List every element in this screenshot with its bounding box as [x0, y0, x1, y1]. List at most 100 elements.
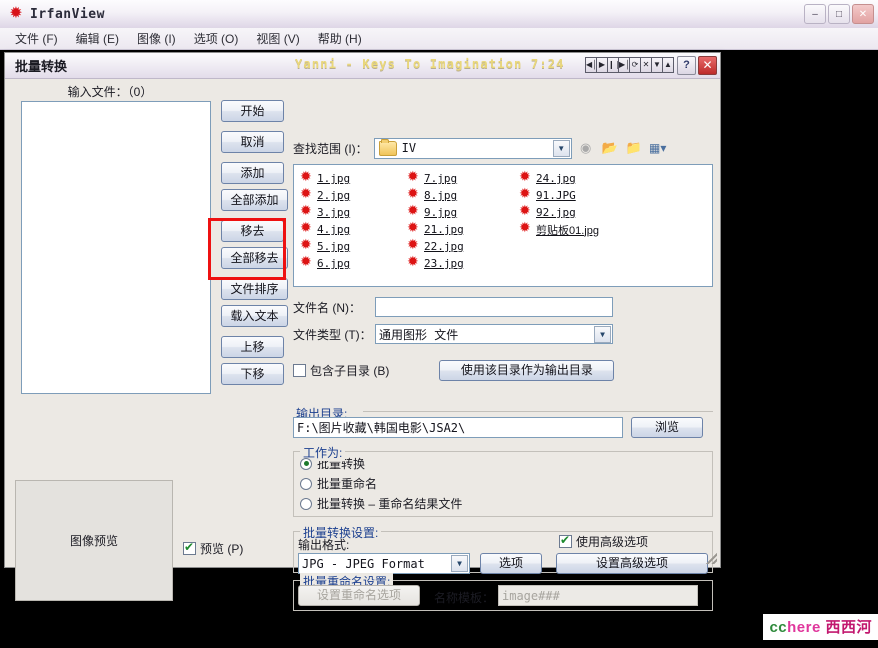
watermark-site: 西西河	[825, 619, 872, 636]
include-subdirs-checkbox[interactable]: 包含子目录 (B)	[293, 362, 389, 379]
output-format-combobox[interactable]: JPG - JPEG Format ▼	[298, 553, 470, 574]
dialog-help-button[interactable]: ?	[677, 56, 696, 75]
minimize-button[interactable]: –	[804, 4, 826, 24]
image-file-icon	[300, 237, 315, 254]
list-item[interactable]: 剪贴板01.jpg	[519, 220, 669, 238]
list-item[interactable]: 23.jpg	[407, 254, 527, 272]
filetype-value: 通用图形 文件	[379, 327, 459, 342]
chevron-down-icon[interactable]: ▼	[451, 555, 468, 572]
up-folder-icon[interactable]: 📂	[600, 139, 620, 158]
radio-batch-convert[interactable]: 批量转换	[300, 455, 712, 472]
radio-batch-convert-rename-label: 批量转换 – 重命名结果文件	[317, 497, 463, 511]
use-advanced-options-checkbox[interactable]: 使用高级选项	[559, 533, 648, 550]
remove-all-button[interactable]: 全部移去	[221, 247, 288, 269]
app-title: IrfanView	[30, 6, 105, 22]
add-all-button[interactable]: 全部添加	[221, 189, 288, 211]
dialog-close-button[interactable]: ✕	[698, 56, 717, 75]
sort-files-button[interactable]: 文件排序	[221, 278, 288, 300]
list-item[interactable]: 92.jpg	[519, 203, 669, 221]
irfanview-star-icon: ✹	[9, 5, 23, 22]
batch-rename-settings-group: 批量重命名设置: 设置重命名选项 名称模板： image###	[293, 573, 713, 611]
group-divider	[363, 411, 713, 412]
load-text-button[interactable]: 载入文本	[221, 305, 288, 327]
format-options-button[interactable]: 选项	[480, 553, 542, 574]
list-item[interactable]: 2.jpg	[300, 186, 420, 204]
back-icon[interactable]: ◉	[576, 139, 596, 158]
radio-batch-convert-rename[interactable]: 批量转换 – 重命名结果文件	[300, 495, 712, 512]
media-volup-icon[interactable]: ▲	[662, 57, 674, 73]
menu-help[interactable]: 帮助 (H)	[309, 28, 371, 49]
lookin-label: 查找范围 (I)：	[293, 141, 368, 156]
use-advanced-options-label: 使用高级选项	[576, 535, 649, 549]
move-up-button[interactable]: 上移	[221, 336, 284, 358]
action-button-column: 开始 取消 添加 全部添加 移去 全部移去 文件排序 载入文本 上移 下移	[221, 100, 295, 390]
irfanview-main-window: ✹ IrfanView – □ ✕ 文件 (F) 编辑 (E) 图像 (I) 选…	[0, 0, 878, 612]
menu-file[interactable]: 文件 (F)	[6, 28, 67, 49]
output-format-label: 输出格式:	[298, 538, 350, 552]
list-item[interactable]: 4.jpg	[300, 220, 420, 238]
now-playing-text: Yanni - Keys To Imagination 7:24	[295, 57, 565, 71]
image-preview-panel: 图像预览	[15, 480, 173, 601]
list-item[interactable]: 1.jpg	[300, 169, 420, 187]
list-item[interactable]: 7.jpg	[407, 169, 527, 187]
watermark-cc: cc	[769, 619, 788, 636]
list-item[interactable]: 22.jpg	[407, 237, 527, 255]
image-file-icon	[519, 186, 534, 203]
list-item[interactable]: 91.JPG	[519, 186, 669, 204]
lookin-value: IV	[401, 141, 417, 155]
list-item[interactable]: 6.jpg	[300, 254, 420, 272]
browse-button[interactable]: 浏览	[631, 417, 703, 438]
radio-batch-rename-dot[interactable]	[300, 477, 312, 490]
preview-checkbox-box[interactable]	[183, 540, 196, 555]
radio-batch-rename[interactable]: 批量重命名	[300, 475, 712, 492]
filetype-combobox[interactable]: 通用图形 文件 ▼	[375, 324, 613, 344]
use-advanced-options-checkbox-box[interactable]	[559, 533, 572, 548]
input-files-label: 输入文件：（0）	[67, 85, 153, 99]
move-down-button[interactable]: 下移	[221, 363, 284, 385]
include-subdirs-checkbox-box[interactable]	[293, 364, 306, 377]
cancel-button[interactable]: 取消	[221, 131, 284, 153]
preview-checkbox[interactable]: 预览 (P)	[183, 540, 243, 557]
file-list-pane[interactable]: 1.jpg 2.jpg 3.jpg 4.jpg 5.jpg 6.jpg 7.jp…	[293, 164, 713, 287]
add-button[interactable]: 添加	[221, 162, 284, 184]
output-directory-input[interactable]: F:\图片收藏\韩国电影\JSA2\	[293, 417, 623, 438]
menu-options[interactable]: 选项 (O)	[185, 28, 248, 49]
menu-edit[interactable]: 编辑 (E)	[67, 28, 128, 49]
file-browser-section: 查找范围 (I)： IV ▼ ◉ 📂 📁 ▦▾ 1.jpg 2.jpg 3.jp…	[293, 137, 713, 381]
include-subdirs-label: 包含子目录 (B)	[310, 364, 390, 378]
image-file-icon	[300, 254, 315, 271]
new-folder-icon[interactable]: 📁	[624, 139, 644, 158]
list-item[interactable]: 9.jpg	[407, 203, 527, 221]
remove-button[interactable]: 移去	[221, 220, 284, 242]
radio-batch-convert-dot[interactable]	[300, 457, 312, 470]
output-format-value: JPG - JPEG Format	[302, 556, 425, 571]
set-rename-options-button: 设置重命名选项	[298, 585, 420, 606]
radio-batch-convert-rename-dot[interactable]	[300, 497, 312, 510]
radio-batch-rename-label: 批量重命名	[317, 477, 378, 491]
chevron-down-icon[interactable]: ▼	[594, 326, 611, 343]
list-item[interactable]: 8.jpg	[407, 186, 527, 204]
list-item[interactable]: 21.jpg	[407, 220, 527, 238]
list-item[interactable]: 5.jpg	[300, 237, 420, 255]
batch-convert-settings-group: 批量转换设置: 输出格式: JPG - JPEG Format ▼ 选项 使用高…	[293, 524, 713, 574]
chevron-down-icon[interactable]: ▼	[552, 139, 570, 157]
lookin-combobox[interactable]: IV ▼	[373, 137, 572, 159]
start-button[interactable]: 开始	[221, 100, 284, 122]
filename-input[interactable]	[375, 297, 613, 317]
resize-grip[interactable]	[703, 550, 717, 564]
use-dir-as-output-button[interactable]: 使用该目录作为输出目录	[439, 360, 615, 381]
close-button[interactable]: ✕	[852, 4, 874, 24]
menu-image[interactable]: 图像 (I)	[128, 28, 185, 49]
list-item[interactable]: 3.jpg	[300, 203, 420, 221]
views-icon[interactable]: ▦▾	[648, 139, 668, 158]
main-title-bar: ✹ IrfanView – □ ✕	[0, 0, 878, 29]
set-advanced-options-button[interactable]: 设置高级选项	[556, 553, 708, 574]
input-files-listbox[interactable]	[21, 101, 211, 394]
work-as-group: 工作为: 批量转换 批量重命名 批量转换 – 重命名结果文件	[293, 444, 713, 517]
image-file-icon	[300, 186, 315, 203]
maximize-button[interactable]: □	[828, 4, 850, 24]
watermark-here: here	[787, 619, 821, 636]
list-item[interactable]: 24.jpg	[519, 169, 669, 187]
image-file-icon	[519, 203, 534, 220]
menu-view[interactable]: 视图 (V)	[247, 28, 308, 49]
